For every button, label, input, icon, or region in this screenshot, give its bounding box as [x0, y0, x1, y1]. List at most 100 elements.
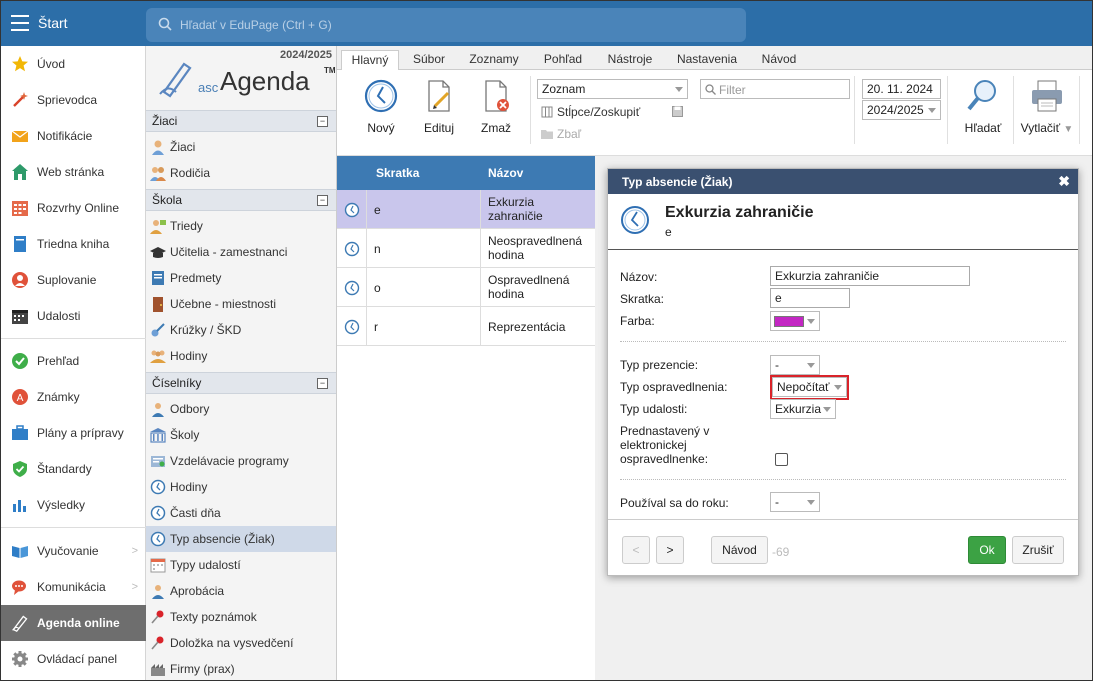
save-icon[interactable] [672, 106, 683, 117]
collapse-icon[interactable]: − [317, 116, 328, 127]
nav-item-komunikacia[interactable]: Komunikácia > [1, 569, 146, 605]
typ-prezencie-select[interactable]: - [770, 355, 820, 375]
new-button[interactable]: Nový [356, 78, 406, 135]
nazov-value: Exkurzia zahraničie [775, 269, 880, 283]
nav-item-sprievodca[interactable]: Sprievodca [1, 82, 146, 118]
prednastaveny-label: elektronickej [620, 438, 687, 452]
table-row[interactable]: r Reprezentácia [337, 307, 595, 346]
nav-item-web-stranka[interactable]: Web stránka [1, 154, 146, 190]
collapse-link[interactable]: Zbaľ [541, 127, 581, 141]
tab-hlavny[interactable]: Hlavný [341, 50, 399, 71]
delete-button[interactable]: Zmaž [471, 78, 521, 135]
menu-item-casti-dna[interactable]: Časti dňa [146, 500, 336, 526]
menu-item-typ-absencie[interactable]: Typ absencie (Žiak) [146, 526, 336, 552]
nav-label: Triedna kniha [37, 237, 110, 251]
nav-item-udalosti[interactable]: Udalosti [1, 298, 146, 334]
color-picker[interactable] [770, 311, 820, 331]
menu-item-predmety[interactable]: Predmety [146, 265, 336, 291]
menu-item-firmy[interactable]: Firmy (prax) [146, 656, 336, 680]
nav-item-uvod[interactable]: Úvod [1, 46, 146, 82]
nav-divider [1, 338, 146, 339]
nav-item-znamky[interactable]: A Známky [1, 379, 146, 415]
menu-item-texty-poznamok[interactable]: Texty poznámok [146, 604, 336, 630]
nav-item-notifikacie[interactable]: Notifikácie [1, 118, 146, 154]
collapse-icon[interactable]: − [317, 378, 328, 389]
skratka-input[interactable]: e [770, 288, 850, 308]
close-icon[interactable]: ✖ [1058, 173, 1070, 190]
table-row[interactable]: e Exkurzia zahraničie [337, 190, 595, 229]
menu-item-ucebne[interactable]: Učebne - miestnosti [146, 291, 336, 317]
nav-item-vysledky[interactable]: Výsledky [1, 487, 146, 523]
search-button[interactable]: Hľadať [958, 78, 1008, 135]
nav-item-agenda-online[interactable]: Agenda online [1, 605, 146, 641]
envelope-icon [11, 127, 29, 145]
pin-icon [150, 609, 166, 625]
dropdown-arrow-icon[interactable]: ▼ [1063, 124, 1073, 135]
tab-nastavenia[interactable]: Nastavenia [669, 50, 745, 70]
nav-item-rozvrhy[interactable]: Rozvrhy Online [1, 190, 146, 226]
tab-pohlad[interactable]: Pohľad [535, 50, 591, 70]
help-button[interactable]: Návod [711, 536, 768, 564]
section-ziaci[interactable]: Žiaci − [146, 110, 336, 132]
print-button[interactable]: Vytlačiť ▼ [1019, 78, 1075, 135]
year-select[interactable]: 2024/2025 [862, 100, 941, 120]
nav-item-prehlad[interactable]: Prehľad [1, 343, 146, 379]
nav-item-vyucovanie[interactable]: Vyučovanie > [1, 533, 146, 569]
menu-item-vzdelavacie[interactable]: Vzdelávacie programy [146, 448, 336, 474]
ok-button[interactable]: Ok [968, 536, 1006, 564]
menu-item-ucitelia[interactable]: Učitelia - zamestnanci [146, 239, 336, 265]
table-row[interactable]: o Ospravedlnená hodina [337, 268, 595, 307]
nazov-input[interactable]: Exkurzia zahraničie [770, 266, 970, 286]
dialog-title-bar[interactable]: Typ absencie (Žiak) ✖ [608, 169, 1078, 194]
search-input[interactable]: Hľadať v EduPage (Ctrl + G) [146, 8, 746, 42]
menu-item-typy-udalosti[interactable]: Typy udalostí [146, 552, 336, 578]
clock-icon [150, 505, 166, 521]
nav-item-triedna-kniha[interactable]: Triedna kniha [1, 226, 146, 262]
clock-icon [364, 79, 398, 113]
section-skola[interactable]: Škola − [146, 189, 336, 211]
column-header-skratka[interactable]: Skratka [376, 166, 419, 180]
typ-ospravedlnenia-select[interactable]: Nepočítať [772, 377, 847, 397]
pouzival-value: - [775, 495, 779, 509]
date-field[interactable]: 20. 11. 2024 [862, 79, 941, 99]
column-header-nazov[interactable]: Názov [488, 166, 523, 180]
filter-input[interactable]: Filter [700, 79, 850, 99]
menu-item-hodiny-skola[interactable]: Hodiny [146, 343, 336, 369]
edit-button[interactable]: Edituj [414, 78, 464, 135]
menu-label: Žiaci [170, 140, 196, 154]
table-row[interactable]: n Neospravedlnená hodina [337, 229, 595, 268]
nav-item-ovladaci-panel[interactable]: Ovládací panel [1, 641, 146, 677]
section-title: Žiaci [152, 114, 178, 128]
section-ciselniky[interactable]: Číselníky − [146, 372, 336, 394]
view-select[interactable]: Zoznam [537, 79, 688, 99]
start-label[interactable]: Štart [38, 15, 68, 31]
dropdown-arrow-icon [823, 407, 831, 412]
edit-label: Edituj [423, 121, 455, 135]
menu-item-hodiny[interactable]: Hodiny [146, 474, 336, 500]
tab-zoznamy[interactable]: Zoznamy [461, 50, 527, 70]
columns-group-link[interactable]: Stĺpce/Zoskupiť [541, 105, 640, 119]
pouzival-select[interactable]: - [770, 492, 820, 512]
cancel-button[interactable]: Zrušiť [1012, 536, 1064, 564]
next-button[interactable]: > [656, 536, 684, 564]
menu-item-dolozka[interactable]: Doložka na vysvedčení [146, 630, 336, 656]
nav-item-plany[interactable]: Plány a prípravy [1, 415, 146, 451]
tab-subor[interactable]: Súbor [403, 50, 455, 70]
menu-item-triedy[interactable]: Triedy [146, 213, 336, 239]
tab-nastroje[interactable]: Nástroje [599, 50, 661, 70]
typ-udalosti-select[interactable]: Exkurzia [770, 399, 836, 419]
menu-item-aprobacia[interactable]: Aprobácia [146, 578, 336, 604]
menu-item-ziaci[interactable]: Žiaci [146, 134, 336, 160]
prednastaveny-checkbox[interactable] [775, 453, 788, 466]
typ-udalosti-label: Typ udalosti: [620, 402, 688, 416]
tab-navod[interactable]: Návod [753, 50, 805, 70]
menu-item-odbory[interactable]: Odbory [146, 396, 336, 422]
nav-item-standardy[interactable]: Štandardy [1, 451, 146, 487]
menu-item-kruzky[interactable]: Krúžky / ŠKD [146, 317, 336, 343]
prev-button[interactable]: < [622, 536, 650, 564]
menu-item-rodicia[interactable]: Rodičia [146, 160, 336, 186]
collapse-icon[interactable]: − [317, 195, 328, 206]
menu-icon[interactable] [11, 15, 29, 31]
menu-item-skoly[interactable]: Školy [146, 422, 336, 448]
nav-item-suplovanie[interactable]: Suplovanie [1, 262, 146, 298]
